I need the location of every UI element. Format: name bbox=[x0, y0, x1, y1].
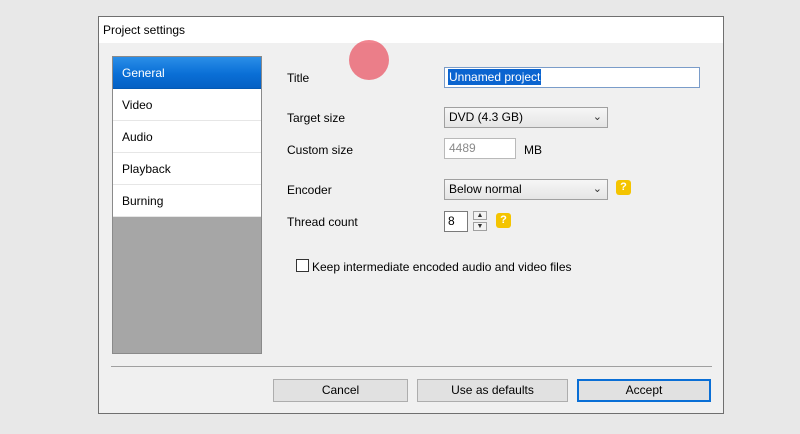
accept-button[interactable]: Accept bbox=[577, 379, 711, 402]
thread-count-help-icon[interactable]: ? bbox=[496, 213, 511, 228]
keep-files-checkbox[interactable] bbox=[296, 259, 309, 272]
thread-count-up-button[interactable]: ▲ bbox=[473, 211, 487, 220]
target-size-dropdown[interactable]: DVD (4.3 GB) ⌄ bbox=[444, 107, 608, 128]
target-size-label: Target size bbox=[287, 111, 346, 125]
encoder-help-icon[interactable]: ? bbox=[616, 180, 631, 195]
thread-count-down-button[interactable]: ▼ bbox=[473, 222, 487, 231]
title-bar: Project settings bbox=[99, 17, 723, 43]
thread-count-input[interactable]: 8 bbox=[444, 211, 468, 232]
sidebar-item-audio[interactable]: Audio bbox=[113, 121, 261, 153]
settings-sidebar: General Video Audio Playback Burning bbox=[112, 56, 262, 354]
custom-size-label: Custom size bbox=[287, 143, 354, 157]
sidebar-item-video[interactable]: Video bbox=[113, 89, 261, 121]
encoder-label: Encoder bbox=[287, 183, 332, 197]
title-label: Title bbox=[287, 71, 310, 85]
use-as-defaults-button[interactable]: Use as defaults bbox=[417, 379, 568, 402]
thread-count-label: Thread count bbox=[287, 215, 358, 229]
title-input[interactable]: Unnamed project bbox=[444, 67, 700, 88]
window-title: Project settings bbox=[103, 23, 186, 37]
chevron-down-icon: ⌄ bbox=[592, 183, 602, 195]
custom-size-unit: MB bbox=[524, 143, 542, 157]
title-input-value: Unnamed project bbox=[448, 69, 542, 85]
encoder-value: Below normal bbox=[449, 182, 522, 196]
sidebar-item-burning[interactable]: Burning bbox=[113, 185, 261, 217]
project-settings-dialog: Project settings General Video Audio Pla… bbox=[98, 16, 724, 414]
chevron-down-icon: ⌄ bbox=[592, 111, 602, 123]
cancel-button[interactable]: Cancel bbox=[273, 379, 408, 402]
target-size-value: DVD (4.3 GB) bbox=[449, 110, 524, 124]
divider bbox=[111, 366, 712, 367]
cursor-indicator bbox=[349, 40, 389, 80]
sidebar-item-general[interactable]: General bbox=[113, 57, 261, 89]
encoder-dropdown[interactable]: Below normal ⌄ bbox=[444, 179, 608, 200]
sidebar-item-playback[interactable]: Playback bbox=[113, 153, 261, 185]
keep-files-label: Keep intermediate encoded audio and vide… bbox=[312, 260, 572, 274]
custom-size-input[interactable]: 4489 bbox=[444, 138, 516, 159]
